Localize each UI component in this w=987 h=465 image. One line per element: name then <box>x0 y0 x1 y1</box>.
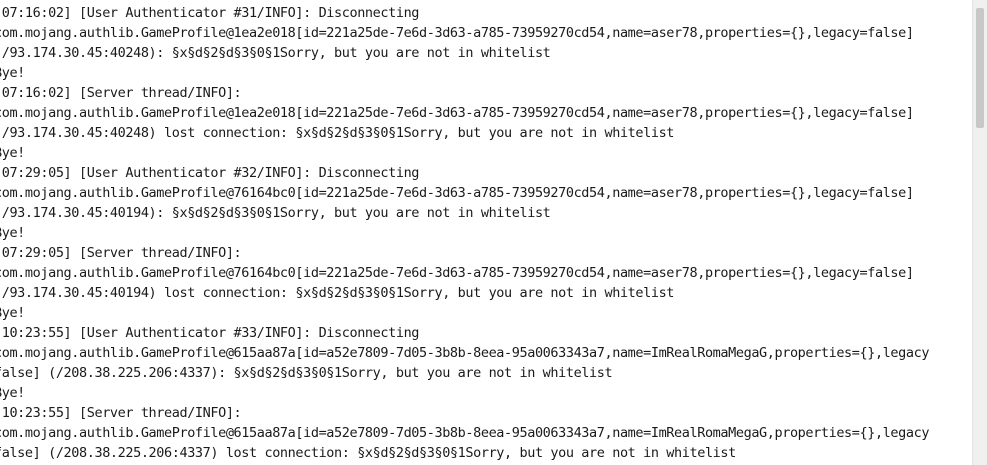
console-log-view[interactable]: [07:16:02] [User Authenticator #31/INFO]… <box>0 0 972 465</box>
log-lines: [07:16:02] [User Authenticator #31/INFO]… <box>0 3 929 463</box>
log-line: Bye! <box>0 145 25 161</box>
log-line: Bye! <box>0 65 25 81</box>
log-line: com.mojang.authlib.GameProfile@1ea2e018[… <box>0 25 914 41</box>
scrollbar-thumb[interactable] <box>976 8 984 128</box>
log-line: [07:29:05] [User Authenticator #32/INFO]… <box>0 165 420 181</box>
log-line: (/93.174.30.45:40248): §x§d§2§d§3§0§1Sor… <box>0 45 551 61</box>
log-line: Bye! <box>0 385 25 401</box>
log-line: com.mojang.authlib.GameProfile@615aa87a[… <box>0 425 930 441</box>
log-line: Bye! <box>0 305 25 321</box>
log-line: (/93.174.30.45:40194) lost connection: §… <box>0 285 675 301</box>
log-line: [07:16:02] [User Authenticator #31/INFO]… <box>0 5 420 21</box>
log-line: com.mojang.authlib.GameProfile@76164bc0[… <box>0 265 914 281</box>
log-line: [07:29:05] [Server thread/INFO]: <box>0 245 242 261</box>
vertical-scrollbar[interactable] <box>972 0 987 465</box>
log-line: (/93.174.30.45:40194): §x§d§2§d§3§0§1Sor… <box>0 205 551 221</box>
log-line: false] (/208.38.225.206:4337) lost conne… <box>0 445 736 461</box>
log-line: (/93.174.30.45:40248) lost connection: §… <box>0 125 675 141</box>
log-line: Bye! <box>0 225 25 241</box>
log-line: false] (/208.38.225.206:4337): §x§d§2§d§… <box>0 365 613 381</box>
log-line: [07:16:02] [Server thread/INFO]: <box>0 85 242 101</box>
log-line: com.mojang.authlib.GameProfile@76164bc0[… <box>0 185 914 201</box>
log-line: [10:23:55] [User Authenticator #33/INFO]… <box>0 325 420 341</box>
log-line: [10:23:55] [Server thread/INFO]: <box>0 405 242 421</box>
log-line: com.mojang.authlib.GameProfile@1ea2e018[… <box>0 105 914 121</box>
log-line: com.mojang.authlib.GameProfile@615aa87a[… <box>0 345 930 361</box>
